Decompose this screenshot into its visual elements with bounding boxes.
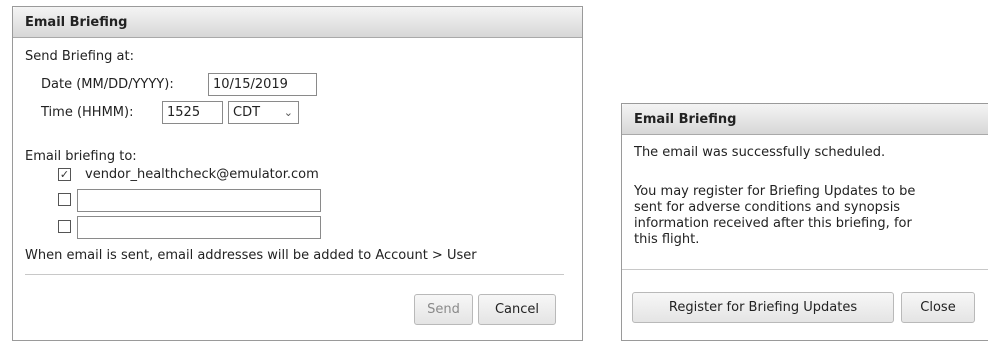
recipient-email-input-2[interactable] <box>77 189 321 212</box>
dialog-title: Email Briefing <box>13 7 582 38</box>
send-button[interactable]: Send <box>414 294 473 325</box>
email-to-label: Email briefing to: <box>25 149 137 164</box>
info-line-1: You may register for Briefing Updates to… <box>634 184 916 199</box>
time-label: Time (HHMM): <box>41 105 134 120</box>
info-line-4: this flight. <box>634 232 700 247</box>
info-line-2: sent for adverse conditions and synopsis <box>634 200 901 215</box>
recipient-checkbox-2[interactable] <box>58 193 71 206</box>
recipient-email-input-3[interactable] <box>77 216 321 239</box>
date-input[interactable]: 10/15/2019 <box>208 73 317 96</box>
recipient-checkbox-1[interactable]: ✓ <box>58 168 71 181</box>
notice-text: When email is sent, email addresses will… <box>25 248 477 263</box>
cancel-button[interactable]: Cancel <box>478 294 556 325</box>
close-button[interactable]: Close <box>901 292 975 323</box>
email-briefing-dialog: Email Briefing Send Briefing at: Date (M… <box>12 6 583 341</box>
success-message: The email was successfully scheduled. <box>634 145 886 160</box>
check-icon: ✓ <box>59 168 70 181</box>
chevron-down-icon: ⌄ <box>283 106 293 119</box>
timezone-value: CDT <box>233 105 261 120</box>
register-briefing-updates-button[interactable]: Register for Briefing Updates <box>632 292 894 323</box>
info-line-3: information received after this briefing… <box>634 216 912 231</box>
footer-divider <box>25 274 564 275</box>
timezone-select[interactable]: CDT ⌄ <box>228 101 299 124</box>
send-at-label: Send Briefing at: <box>25 49 135 64</box>
confirmation-footer-divider <box>622 269 988 270</box>
confirmation-dialog: Email Briefing The email was successfull… <box>621 103 988 341</box>
recipient-checkbox-3[interactable] <box>58 220 71 233</box>
recipient-email-1: vendor_healthcheck@emulator.com <box>85 167 319 182</box>
time-input[interactable]: 1525 <box>162 101 223 124</box>
confirmation-title: Email Briefing <box>622 104 988 135</box>
date-label: Date (MM/DD/YYYY): <box>41 77 174 92</box>
